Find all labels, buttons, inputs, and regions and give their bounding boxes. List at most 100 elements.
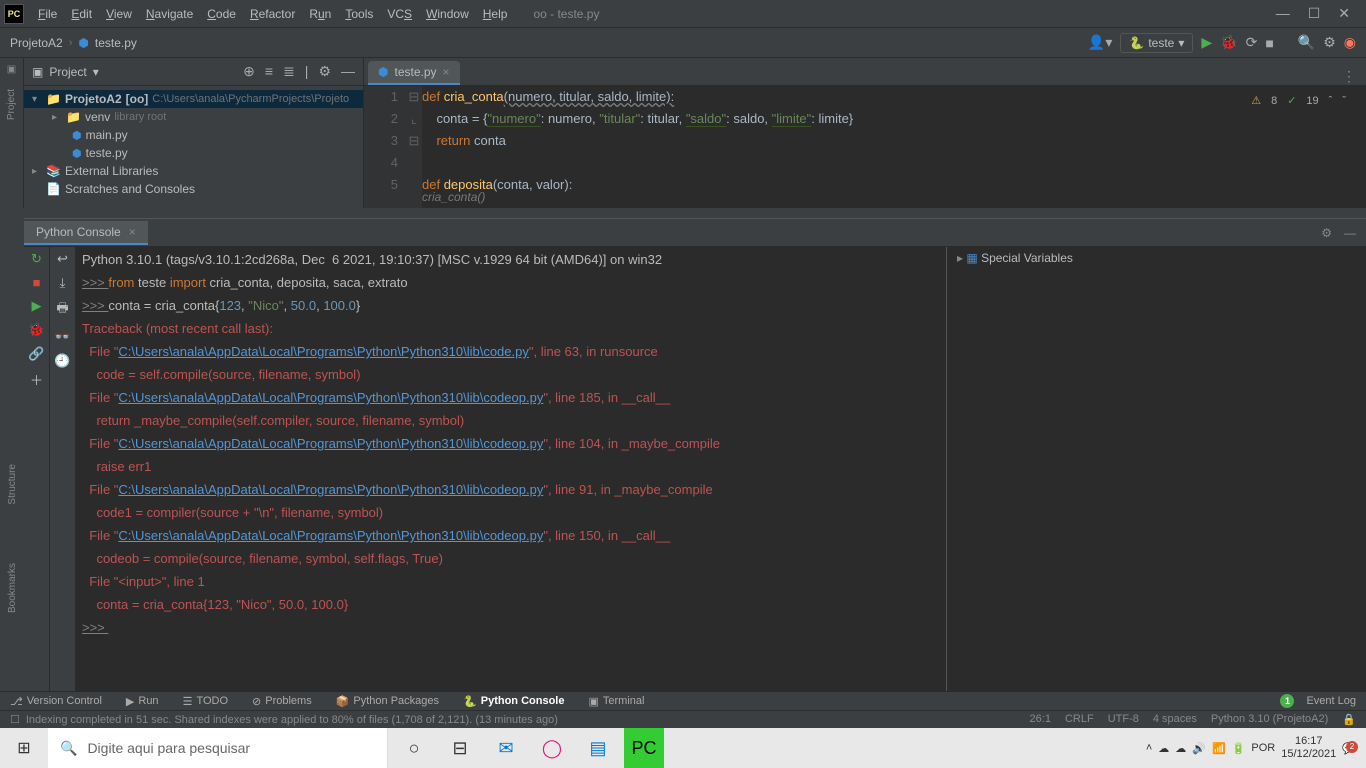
add-user-icon[interactable]: 👤▾	[1088, 34, 1112, 51]
interpreter[interactable]: Python 3.10 (ProjetoA2)	[1211, 713, 1328, 726]
run-icon[interactable]: ▶	[32, 298, 42, 314]
task-explorer[interactable]: ▤	[578, 728, 618, 768]
attach-icon[interactable]: 🔗	[28, 346, 44, 362]
menu-edit[interactable]: Edit	[65, 5, 98, 23]
breadcrumb-project[interactable]: ProjetoA2	[10, 36, 63, 50]
tray-wifi-icon[interactable]: 📶	[1212, 742, 1226, 755]
sidebar-tab-structure[interactable]: Structure	[7, 460, 18, 509]
variables-pane[interactable]: ▸ ▦ Special Variables	[946, 247, 1366, 711]
menu-tools[interactable]: Tools	[339, 5, 379, 23]
tray-notifications-icon[interactable]: 💬	[1342, 742, 1356, 755]
tree-main-py[interactable]: ⬢ main.py	[24, 126, 363, 144]
target-icon[interactable]: ⊕	[243, 63, 255, 80]
tab-menu-icon[interactable]: ⋮	[1332, 68, 1366, 85]
maximize-button[interactable]: ☐	[1308, 5, 1321, 22]
tool-python-console[interactable]: 🐍 Python Console	[463, 695, 564, 708]
breadcrumb-file[interactable]: teste.py	[95, 36, 137, 50]
rerun-icon[interactable]: ↻	[31, 251, 42, 267]
chevron-down-icon[interactable]: ˇ	[1342, 90, 1346, 112]
tree-external-libs[interactable]: ▸ 📚 External Libraries	[24, 162, 363, 180]
sidebar-tab-project[interactable]: Project	[6, 85, 17, 124]
menu-file[interactable]: File	[32, 5, 63, 23]
gear-icon[interactable]: ⚙	[1321, 226, 1332, 240]
print-icon[interactable]: 🖶	[56, 299, 68, 321]
caret-position[interactable]: 26:1	[1030, 713, 1051, 726]
toggle-wrap-icon[interactable]: ↩	[57, 251, 68, 267]
menu-vcs[interactable]: VCS	[381, 5, 418, 23]
tray-cloud-icon[interactable]: ☁	[1175, 742, 1186, 755]
collapse-icon[interactable]: ≡	[265, 63, 273, 80]
menu-navigate[interactable]: Navigate	[140, 5, 199, 23]
minimize-button[interactable]: —	[1276, 5, 1290, 22]
chevron-down-icon[interactable]: ▾	[93, 65, 99, 79]
editor-body[interactable]: 1 2 3 4 5 ⊟⌞⊟ def cria_conta(numero, tit…	[364, 86, 1366, 208]
history-icon[interactable]: 🕘	[54, 353, 70, 369]
tree-venv[interactable]: ▸ 📁 venv library root	[24, 108, 363, 126]
hide-icon[interactable]: —	[1344, 226, 1356, 240]
tool-problems[interactable]: ⊘ Problems	[252, 695, 312, 708]
menu-refactor[interactable]: Refactor	[244, 5, 301, 23]
inspection-widget[interactable]: ⚠ 8 ✓ 19 ˆ ˇ	[1251, 90, 1346, 112]
tree-scratches[interactable]: 📄 Scratches and Consoles	[24, 180, 363, 198]
expand-icon[interactable]: ≣	[283, 63, 295, 80]
task-opera[interactable]: ◯	[532, 728, 572, 768]
tool-run[interactable]: ▶ Run	[126, 695, 159, 708]
tool-todo[interactable]: ☰ TODO	[183, 695, 228, 708]
show-vars-icon[interactable]: 👓	[54, 329, 70, 345]
scroll-end-icon[interactable]: ⤓	[60, 275, 66, 291]
taskbar-search[interactable]: 🔍 Digite aqui para pesquisar	[48, 728, 388, 768]
close-button[interactable]: ✕	[1338, 5, 1350, 22]
new-console-icon[interactable]: ＋	[30, 370, 43, 389]
tray-chevron-icon[interactable]: ˄	[1146, 742, 1152, 754]
sidebar-tab-bookmarks[interactable]: Bookmarks	[7, 559, 18, 617]
lock-icon[interactable]: 🔒	[1342, 713, 1356, 726]
code-area[interactable]: def cria_conta(numero, titular, saldo, l…	[422, 86, 1366, 208]
search-icon[interactable]: 🔍	[1298, 34, 1315, 51]
tray-volume-icon[interactable]: 🔊	[1192, 742, 1206, 755]
tool-version-control[interactable]: ⎇ Version Control	[10, 695, 102, 708]
console-tab[interactable]: Python Console ×	[24, 221, 148, 245]
editor-tab-teste[interactable]: ⬢ teste.py ×	[368, 61, 460, 85]
tray-battery-icon[interactable]: 🔋	[1232, 742, 1246, 755]
tray-onedrive-icon[interactable]: ☁	[1158, 742, 1169, 755]
task-pycharm[interactable]: PC	[624, 728, 664, 768]
console-output[interactable]: Python 3.10.1 (tags/v3.10.1:2cd268a, Dec…	[76, 247, 946, 711]
debug-button[interactable]: 🐞	[1220, 34, 1237, 51]
tool-python-packages[interactable]: 📦 Python Packages	[336, 695, 439, 708]
chevron-right-icon[interactable]: ▸	[957, 251, 963, 265]
indent-setting[interactable]: 4 spaces	[1153, 713, 1197, 726]
stop-icon[interactable]: ■	[33, 275, 41, 290]
tree-teste-py[interactable]: ⬢ teste.py	[24, 144, 363, 162]
menu-run[interactable]: Run	[303, 5, 337, 23]
start-button[interactable]: ⊞	[0, 728, 48, 768]
run-config-selector[interactable]: 🐍 teste ▾	[1120, 33, 1193, 53]
tool-terminal[interactable]: ▣ Terminal	[588, 695, 644, 708]
settings-icon[interactable]: ⚙	[1323, 34, 1336, 51]
scratch-icon: 📄	[46, 182, 61, 196]
menu-code[interactable]: Code	[201, 5, 242, 23]
line-separator[interactable]: CRLF	[1065, 713, 1094, 726]
menu-help[interactable]: Help	[477, 5, 514, 23]
menu-view[interactable]: View	[100, 5, 138, 23]
gear-icon[interactable]: ⚙	[318, 63, 331, 80]
run-coverage-button[interactable]: ⟳	[1246, 34, 1258, 51]
task-mail[interactable]: ✉	[486, 728, 526, 768]
tray-language[interactable]: POR	[1251, 742, 1275, 754]
file-encoding[interactable]: UTF-8	[1108, 713, 1139, 726]
debug-icon[interactable]: 🐞	[28, 322, 44, 338]
code-with-me-icon[interactable]: ◉	[1344, 34, 1356, 51]
task-cortana[interactable]: ○	[394, 728, 434, 768]
hide-icon[interactable]: —	[341, 63, 355, 80]
close-icon[interactable]: ×	[129, 225, 136, 239]
status-icon[interactable]: ☐	[10, 713, 20, 726]
task-timeline[interactable]: ⊟	[440, 728, 480, 768]
stop-button[interactable]: ■	[1265, 35, 1273, 51]
close-icon[interactable]: ×	[443, 65, 450, 79]
tree-root[interactable]: ▾ 📁 ProjetoA2 [oo] C:\Users\anala\Pychar…	[24, 90, 363, 108]
project-tool-icon[interactable]: ▣	[7, 64, 16, 75]
run-button[interactable]: ▶	[1201, 34, 1212, 51]
menu-window[interactable]: Window	[420, 5, 475, 23]
chevron-up-icon[interactable]: ˆ	[1329, 90, 1333, 112]
tray-clock[interactable]: 16:17 15/12/2021	[1281, 735, 1336, 761]
tool-event-log[interactable]: Event Log	[1306, 695, 1356, 707]
